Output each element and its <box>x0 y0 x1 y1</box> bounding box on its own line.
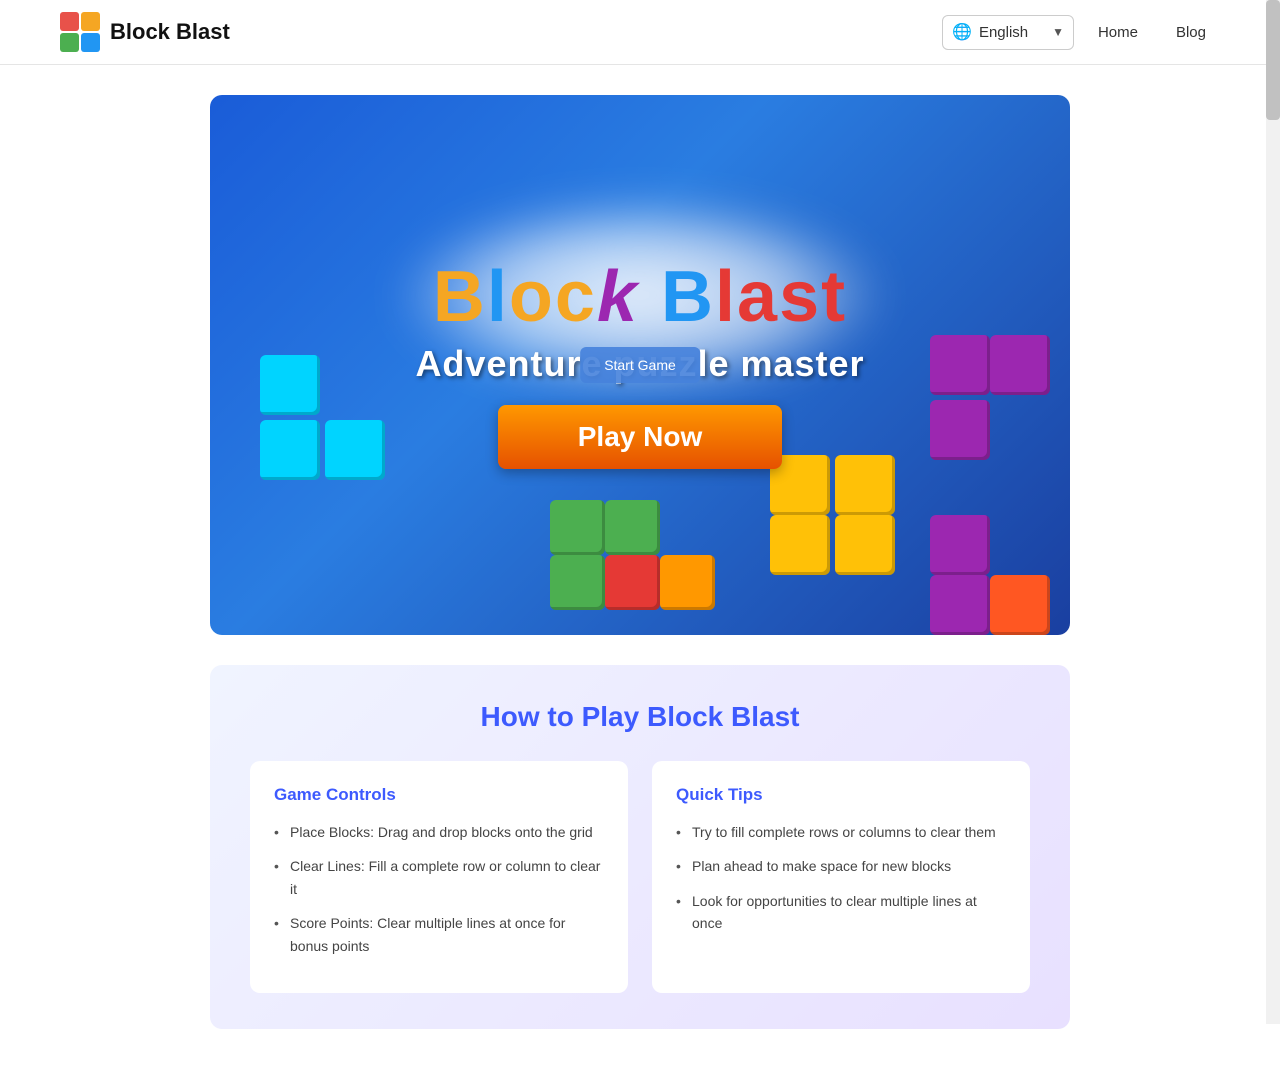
language-selector-wrapper[interactable]: 🌐 English Español Français Deutsch 中文 ▼ <box>942 15 1074 50</box>
block-green-2 <box>605 500 660 555</box>
block-green-3 <box>550 555 605 610</box>
quick-tips-heading: Quick Tips <box>676 785 1006 805</box>
title-o: o <box>509 257 555 337</box>
block-purple-5 <box>930 575 990 635</box>
scrollbar-thumb[interactable] <box>1266 0 1280 120</box>
title-c: c <box>555 257 597 337</box>
block-purple-3 <box>930 400 990 460</box>
block-green-1 <box>550 500 605 555</box>
scrollbar[interactable] <box>1266 0 1280 1024</box>
info-columns: Game Controls Place Blocks: Drag and dro… <box>250 761 1030 993</box>
block-cyan-1 <box>260 355 320 415</box>
block-cyan-2 <box>260 420 320 480</box>
navbar: Block Blast 🌐 English Español Français D… <box>0 0 1280 65</box>
language-select[interactable]: English Español Français Deutsch 中文 <box>942 15 1074 50</box>
start-game-button[interactable]: Start Game <box>580 347 700 383</box>
title-B: B <box>433 257 487 337</box>
play-now-button[interactable]: Play Now <box>498 405 782 469</box>
logo-icon <box>60 12 100 52</box>
hero-banner: Block Blast Adventure puzzle master Play… <box>210 95 1070 635</box>
quick-tips-list: Try to fill complete rows or columns to … <box>676 821 1006 935</box>
quick-tips-col: Quick Tips Try to fill complete rows or … <box>652 761 1030 993</box>
title-la: l <box>715 257 737 337</box>
info-card: How to Play Block Blast Game Controls Pl… <box>210 665 1070 1029</box>
block-purple-1 <box>930 335 990 395</box>
info-title: How to Play Block Blast <box>250 701 1030 733</box>
list-item: Try to fill complete rows or columns to … <box>676 821 1006 843</box>
list-item: Look for opportunities to clear multiple… <box>676 890 1006 935</box>
home-link[interactable]: Home <box>1084 16 1152 49</box>
title-as: a <box>737 257 779 337</box>
list-item: Score Points: Clear multiple lines at on… <box>274 912 604 957</box>
block-purple-4 <box>930 515 990 575</box>
blog-link[interactable]: Blog <box>1162 16 1220 49</box>
list-item: Plan ahead to make space for new blocks <box>676 855 1006 877</box>
game-controls-heading: Game Controls <box>274 785 604 805</box>
hero-title: Block Blast <box>433 261 847 333</box>
block-cyan-3 <box>325 420 385 480</box>
block-orange-1 <box>660 555 715 610</box>
title-k: k <box>597 257 639 337</box>
info-section: How to Play Block Blast Game Controls Pl… <box>150 665 1130 1029</box>
logo-text: Block Blast <box>110 19 230 45</box>
game-controls-list: Place Blocks: Drag and drop blocks onto … <box>274 821 604 957</box>
block-yellow-3 <box>770 515 830 575</box>
logo-link[interactable]: Block Blast <box>60 12 230 52</box>
game-controls-col: Game Controls Place Blocks: Drag and dro… <box>250 761 628 993</box>
hero-wrapper: Block Blast Adventure puzzle master Play… <box>150 95 1130 635</box>
nav-right: 🌐 English Español Français Deutsch 中文 ▼ … <box>942 15 1220 50</box>
title-B2: B <box>661 257 715 337</box>
block-purple-2 <box>990 335 1050 395</box>
list-item: Clear Lines: Fill a complete row or colu… <box>274 855 604 900</box>
title-st: st <box>779 257 847 337</box>
block-yellow-4 <box>835 515 895 575</box>
block-orange-2 <box>990 575 1050 635</box>
list-item: Place Blocks: Drag and drop blocks onto … <box>274 821 604 843</box>
title-l: l <box>487 257 509 337</box>
block-red-1 <box>605 555 660 610</box>
